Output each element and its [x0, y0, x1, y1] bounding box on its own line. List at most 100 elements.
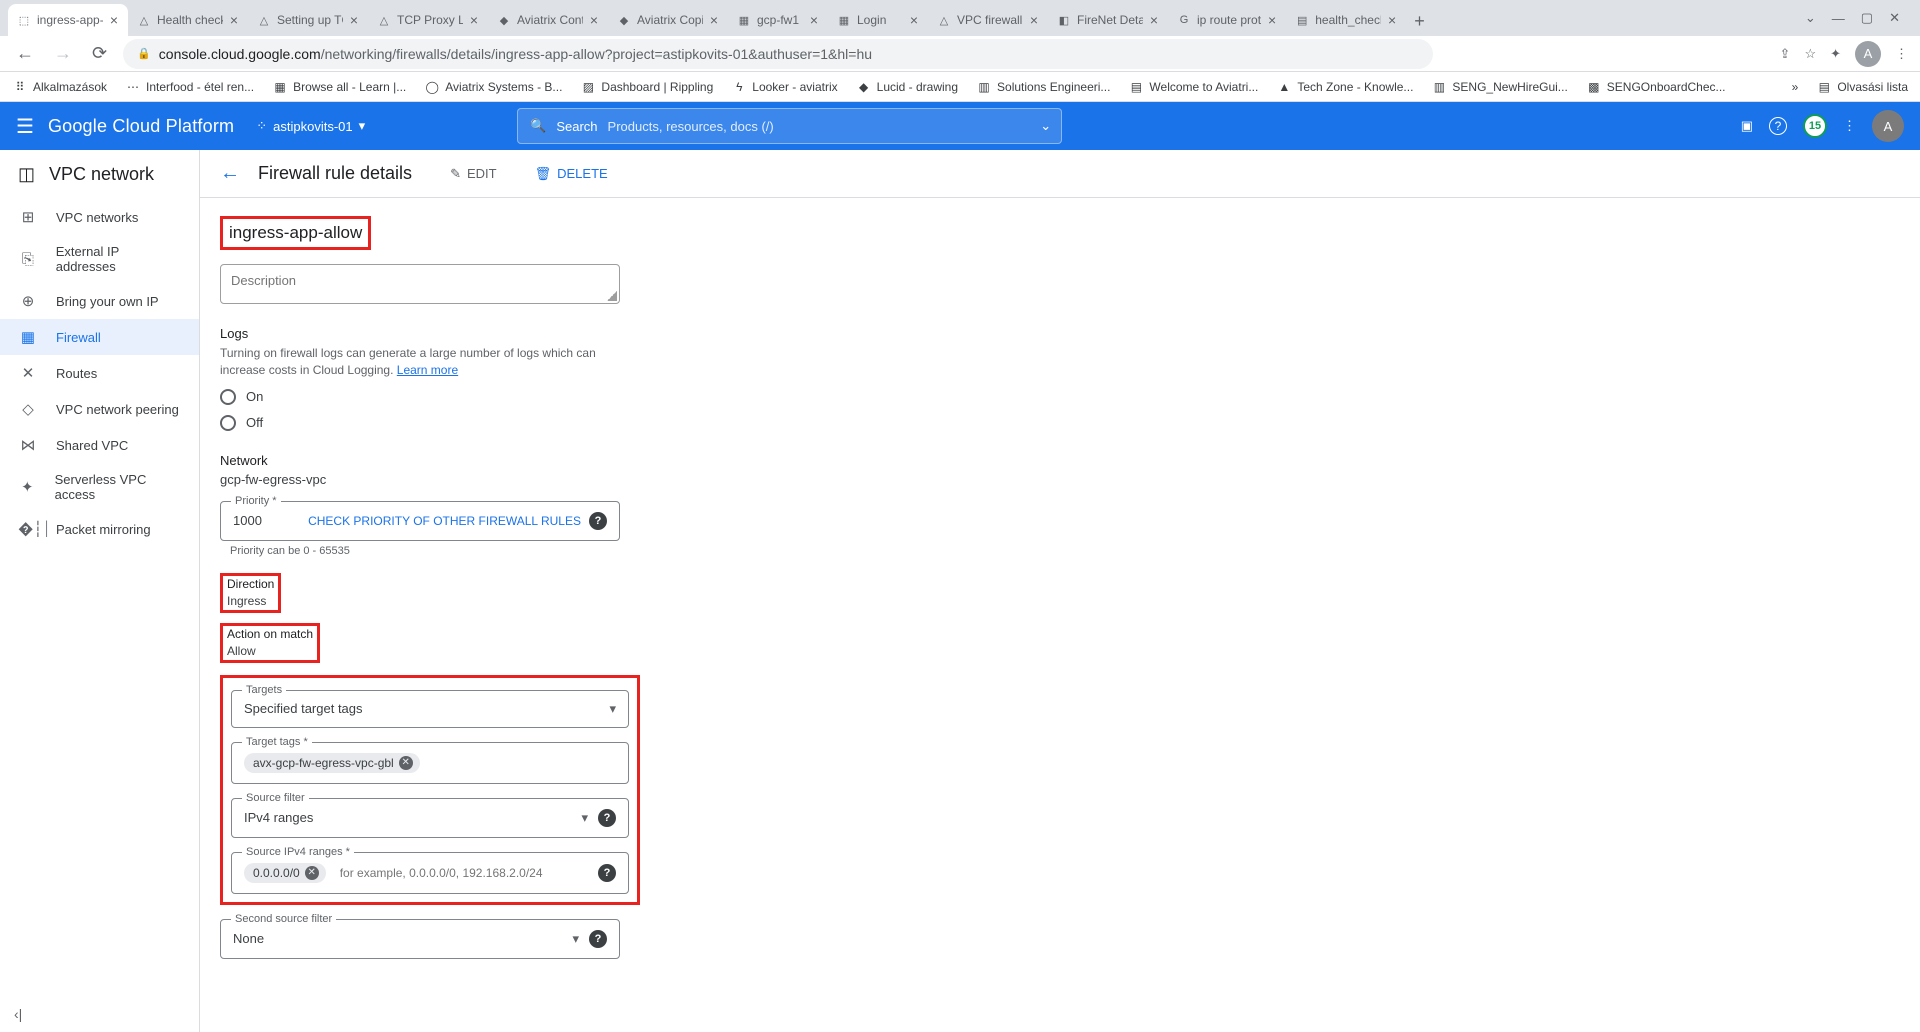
browser-tab[interactable]: ▦Login×: [828, 4, 928, 36]
browser-tab[interactable]: △VPC firewall r×: [928, 4, 1048, 36]
sidebar-item-vpc-network-peering[interactable]: ◇VPC network peering: [0, 391, 199, 427]
cloud-shell-icon[interactable]: ▣: [1741, 118, 1753, 134]
description-textarea[interactable]: [231, 273, 609, 291]
browser-tab[interactable]: △Health check×: [128, 4, 248, 36]
bookmark-item[interactable]: ϟLooker - aviatrix: [731, 79, 837, 95]
logs-on-radio[interactable]: On: [220, 389, 820, 405]
minimize-button[interactable]: —: [1832, 11, 1845, 26]
bookmark-item[interactable]: ▨Dashboard | Rippling: [580, 79, 713, 95]
bookmark-item[interactable]: ▦Browse all - Learn |...: [272, 79, 406, 95]
tab-close-icon[interactable]: ×: [348, 12, 360, 28]
bookmark-item[interactable]: ⋯Interfood - étel ren...: [125, 79, 254, 95]
browser-tab[interactable]: ⬚ingress-app-a×: [8, 4, 128, 36]
chip-remove-icon[interactable]: ✕: [399, 756, 413, 770]
tab-close-icon[interactable]: ×: [1386, 12, 1398, 28]
sidebar-item-external-ip-addresses[interactable]: ⎘External IP addresses: [0, 235, 199, 283]
tab-close-icon[interactable]: ×: [1266, 12, 1278, 28]
sidebar-item-routes[interactable]: ✕Routes: [0, 355, 199, 391]
sidebar-item-serverless-vpc-access[interactable]: ✦Serverless VPC access: [0, 463, 199, 511]
source-filter-select[interactable]: Source filter IPv4 ranges ▾?: [231, 798, 629, 838]
source-range-input[interactable]: [340, 866, 590, 880]
action-box: Action on match Allow: [220, 623, 320, 663]
close-window-button[interactable]: ✕: [1889, 10, 1900, 26]
sidebar-item-packet-mirroring[interactable]: �┆⏐Packet mirroring: [0, 511, 199, 547]
account-menu-icon[interactable]: ⋮: [1843, 118, 1856, 134]
source-filter-label: Source filter: [242, 792, 309, 804]
sidebar-item-firewall[interactable]: ▦Firewall: [0, 319, 199, 355]
tab-close-icon[interactable]: ×: [1148, 12, 1160, 28]
reload-button[interactable]: ⟳: [88, 39, 111, 68]
sidebar-collapse-button[interactable]: ‹|: [14, 1006, 22, 1022]
targets-select[interactable]: Targets Specified target tags▾: [231, 690, 629, 728]
tab-close-icon[interactable]: ×: [228, 12, 240, 28]
tab-close-icon[interactable]: ×: [808, 12, 820, 28]
chrome-menu-icon[interactable]: ⋮: [1895, 46, 1908, 62]
gcp-avatar[interactable]: A: [1872, 110, 1904, 142]
bookmark-item[interactable]: ▤Welcome to Aviatri...: [1128, 79, 1258, 95]
profile-avatar[interactable]: A: [1855, 41, 1881, 67]
maximize-button[interactable]: ▢: [1861, 10, 1873, 26]
description-field[interactable]: [220, 264, 620, 304]
search-chevron-icon[interactable]: ⌄: [1040, 118, 1051, 134]
browser-tab[interactable]: ◆Aviatrix Copi×: [608, 4, 728, 36]
gcp-search-box[interactable]: 🔍 Search Products, resources, docs (/) ⌄: [517, 108, 1062, 144]
browser-tab[interactable]: △Setting up TC×: [248, 4, 368, 36]
priority-field[interactable]: Priority * 1000 CHECK PRIORITY OF OTHER …: [220, 501, 620, 541]
notifications-badge[interactable]: 15: [1803, 114, 1827, 138]
edit-button[interactable]: ✎EDIT: [450, 166, 497, 182]
bookmark-favicon-icon: ▤: [1128, 79, 1144, 95]
target-tag-chip[interactable]: avx-gcp-fw-egress-vpc-gbl✕: [244, 753, 420, 773]
logs-off-radio[interactable]: Off: [220, 415, 820, 431]
delete-button[interactable]: 🗑DELETE: [535, 166, 608, 182]
help-icon[interactable]: ?: [1769, 117, 1787, 135]
source-range-chip[interactable]: 0.0.0.0/0✕: [244, 863, 326, 883]
targets-source-group: Targets Specified target tags▾ Target ta…: [220, 675, 640, 905]
back-button[interactable]: ←: [12, 39, 38, 68]
tab-close-icon[interactable]: ×: [908, 12, 920, 28]
browser-tab[interactable]: △TCP Proxy Lo×: [368, 4, 488, 36]
bookmark-item[interactable]: ▥Solutions Engineeri...: [976, 79, 1110, 95]
bookmarks-overflow-icon[interactable]: »: [1792, 80, 1799, 94]
help-icon[interactable]: ?: [598, 809, 616, 827]
help-icon[interactable]: ?: [589, 512, 607, 530]
learn-more-link[interactable]: Learn more: [397, 363, 458, 377]
tab-close-icon[interactable]: ×: [1028, 12, 1040, 28]
project-selector[interactable]: ⁘ astipkovits-01 ▾: [248, 114, 373, 138]
browser-tab[interactable]: ▤health_check×: [1286, 4, 1406, 36]
help-icon[interactable]: ?: [598, 864, 616, 882]
target-tags-field[interactable]: Target tags * avx-gcp-fw-egress-vpc-gbl✕: [231, 742, 629, 784]
help-icon[interactable]: ?: [589, 930, 607, 948]
star-icon[interactable]: ☆: [1804, 46, 1816, 62]
gcp-logo[interactable]: Google Cloud Platform: [48, 116, 234, 137]
sidebar-item-vpc-networks[interactable]: ⊞VPC networks: [0, 199, 199, 235]
resize-handle[interactable]: [607, 291, 617, 301]
nav-menu-button[interactable]: ☰: [16, 114, 34, 139]
browser-tab[interactable]: ◧FireNet Detai×: [1048, 4, 1168, 36]
sidebar-item-bring-your-own-ip[interactable]: ⊕Bring your own IP: [0, 283, 199, 319]
chip-remove-icon[interactable]: ✕: [305, 866, 319, 880]
check-priority-link[interactable]: CHECK PRIORITY OF OTHER FIREWALL RULES: [308, 514, 581, 528]
browser-tab[interactable]: ◆Aviatrix Cont×: [488, 4, 608, 36]
tab-close-icon[interactable]: ×: [708, 12, 720, 28]
second-source-filter-select[interactable]: Second source filter None ▾?: [220, 919, 620, 959]
new-tab-button[interactable]: +: [1406, 7, 1433, 36]
tab-close-icon[interactable]: ×: [468, 12, 480, 28]
extensions-icon[interactable]: ✦: [1830, 46, 1841, 62]
browser-tab[interactable]: Gip route prot×: [1168, 4, 1286, 36]
back-arrow-button[interactable]: ←: [220, 162, 240, 185]
sidebar-item-shared-vpc[interactable]: ⋈Shared VPC: [0, 427, 199, 463]
share-icon[interactable]: ⇪: [1780, 46, 1791, 62]
bookmark-item[interactable]: ▥SENG_NewHireGui...: [1431, 79, 1567, 95]
tab-close-icon[interactable]: ×: [108, 12, 120, 28]
bookmark-item[interactable]: ◯Aviatrix Systems - B...: [424, 79, 562, 95]
bookmark-item[interactable]: ▲Tech Zone - Knowle...: [1276, 79, 1413, 95]
bookmark-item[interactable]: ⠿Alkalmazások: [12, 79, 107, 95]
source-ranges-field[interactable]: Source IPv4 ranges * 0.0.0.0/0✕ ?: [231, 852, 629, 894]
url-field[interactable]: 🔒 console.cloud.google.com/networking/fi…: [123, 39, 1433, 69]
tab-close-icon[interactable]: ×: [588, 12, 600, 28]
bookmark-item[interactable]: ◆Lucid - drawing: [856, 79, 958, 95]
favorites-chevron-icon[interactable]: ⌄: [1805, 10, 1816, 26]
bookmark-item[interactable]: ▩SENGOnboardChec...: [1586, 79, 1726, 95]
browser-tab[interactable]: ▦gcp-fw1×: [728, 4, 828, 36]
reading-list-button[interactable]: ▤Olvasási lista: [1816, 79, 1908, 95]
